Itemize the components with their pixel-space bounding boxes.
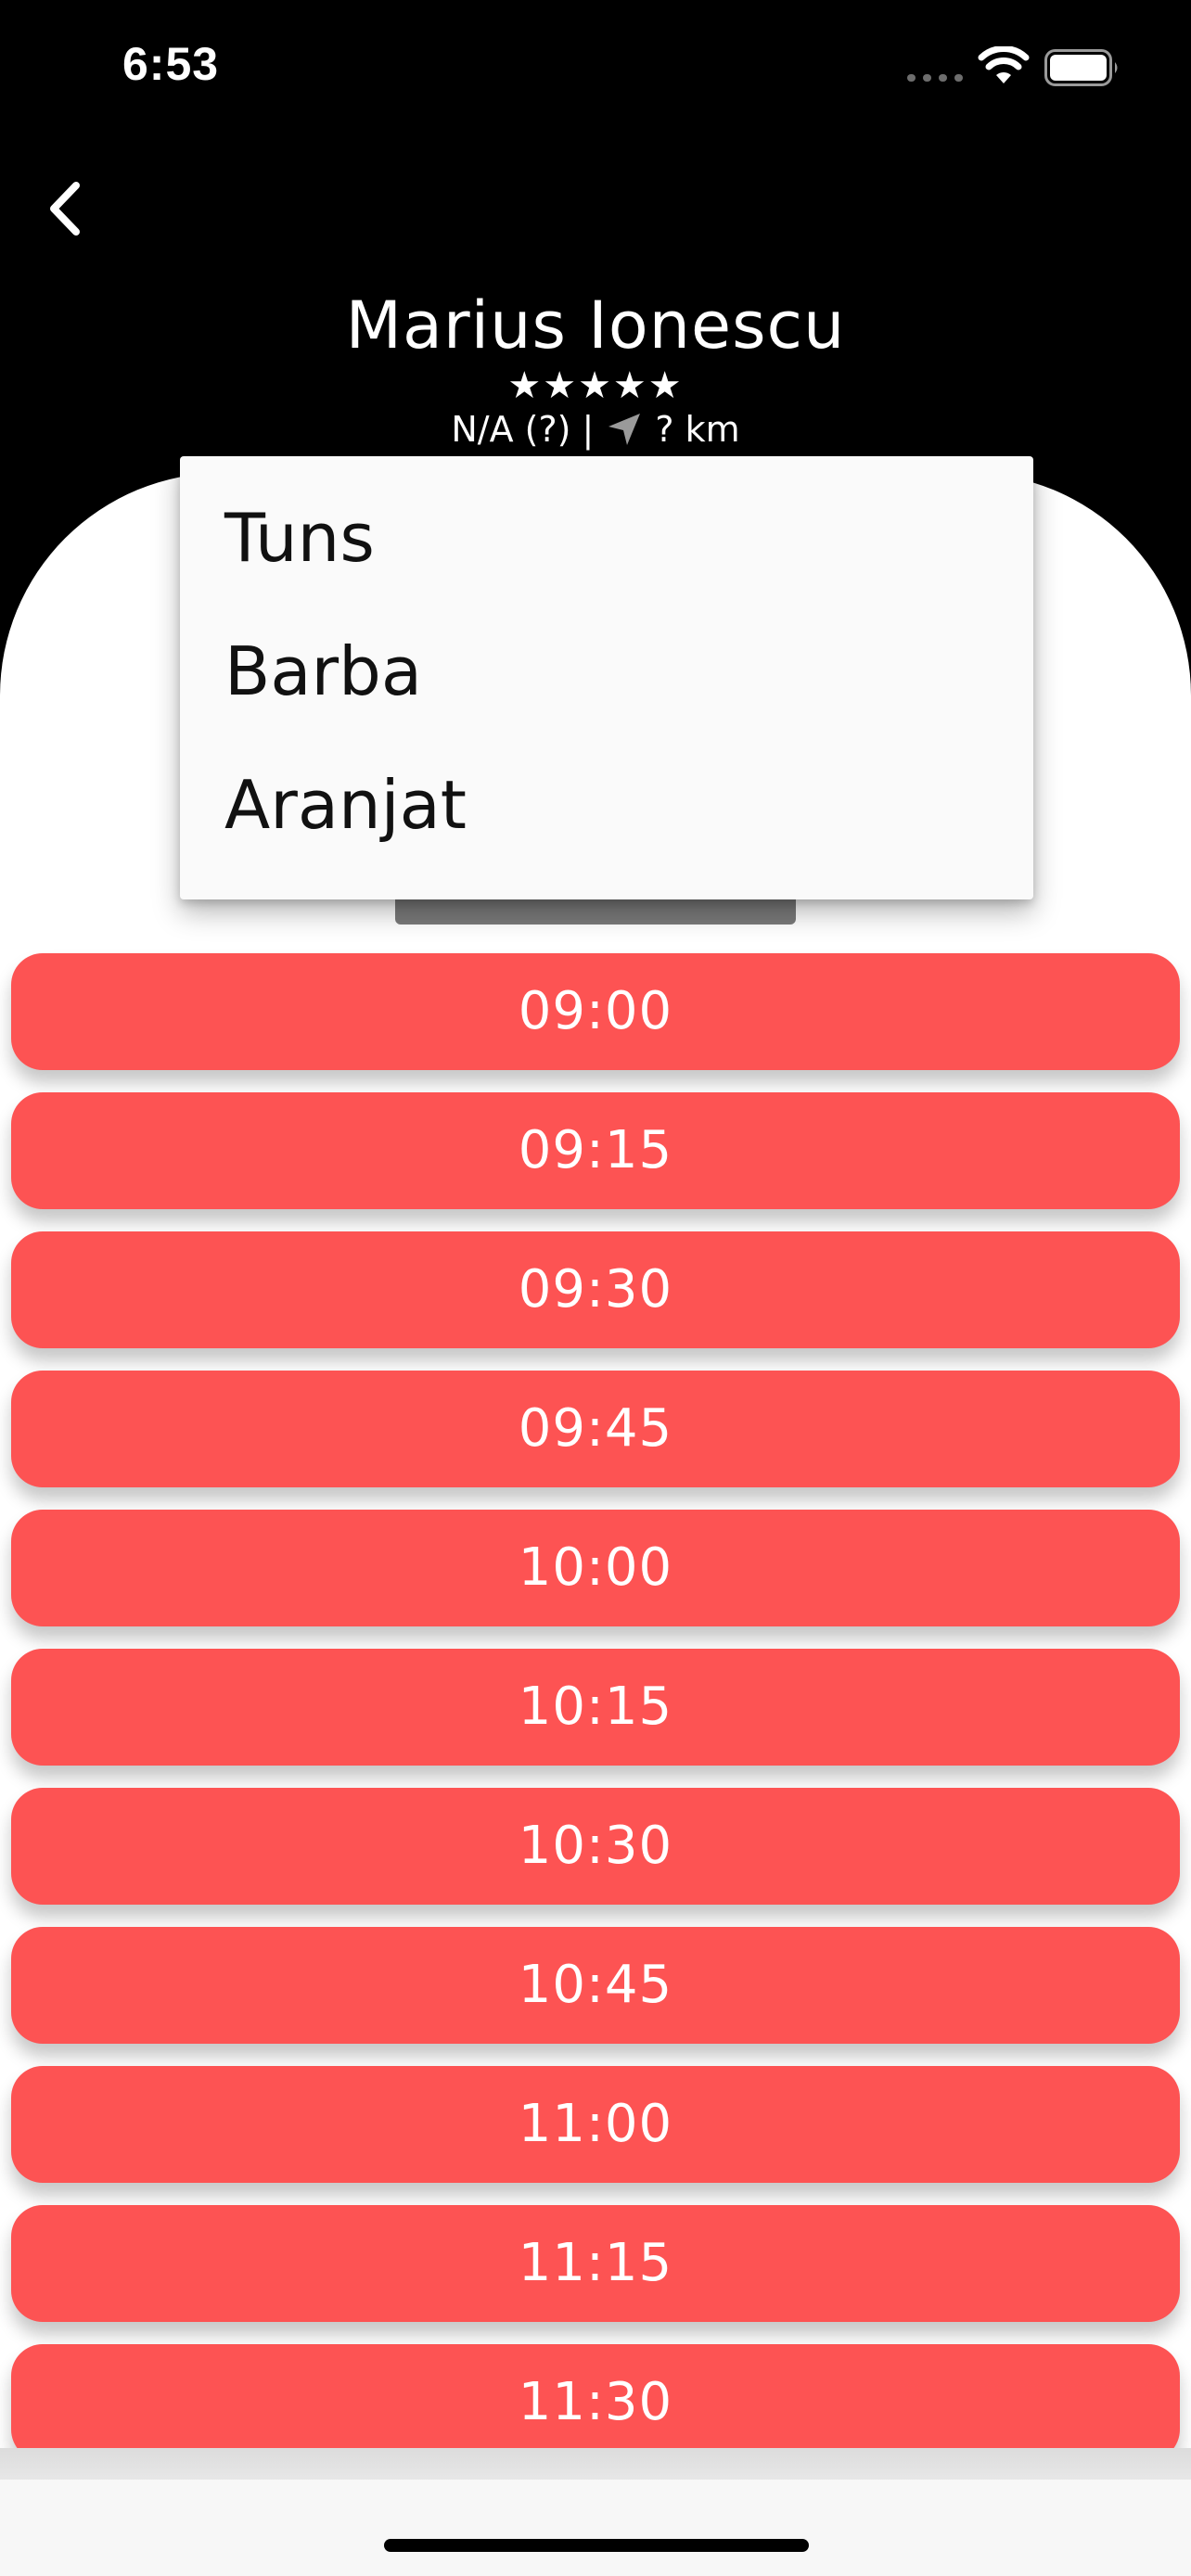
wifi-icon [978, 46, 1030, 83]
bottom-safe-area [0, 2480, 1191, 2576]
battery-icon [1044, 49, 1118, 86]
booking-screen: 6:53 Marius Ionescu ★★★★★ N/A (?) | ? km [0, 0, 1191, 2576]
list-bottom-shadow [0, 2448, 1191, 2483]
barber-name: Marius Ionescu [345, 287, 846, 363]
time-slot[interactable]: 11:30 [11, 2344, 1180, 2461]
time-slot[interactable]: 10:15 [11, 1649, 1180, 1766]
time-slot[interactable]: 10:30 [11, 1788, 1180, 1905]
time-slot[interactable]: 11:15 [11, 2205, 1180, 2322]
rating-text: N/A (?) | [451, 409, 595, 450]
time-slot[interactable]: 09:30 [11, 1231, 1180, 1348]
signal-dots-icon [907, 74, 965, 82]
rating-distance-line: N/A (?) | ? km [0, 404, 1191, 454]
status-time: 6:53 [122, 38, 220, 90]
dropdown-item-barba[interactable]: Barba [224, 605, 422, 738]
time-slot[interactable]: 09:45 [11, 1371, 1180, 1487]
navigation-arrow-icon [608, 414, 641, 445]
rating-stars: ★★★★★ [507, 364, 684, 407]
dropdown-item-aranjat[interactable]: Aranjat [224, 738, 467, 872]
distance-text: ? km [655, 409, 740, 450]
time-slot[interactable]: 09:15 [11, 1092, 1180, 1209]
dropdown-item-tuns[interactable]: Tuns [224, 471, 375, 605]
status-bar: 6:53 [0, 0, 1191, 139]
time-slot[interactable]: 11:00 [11, 2066, 1180, 2183]
home-indicator[interactable] [384, 2539, 809, 2552]
back-button[interactable] [28, 167, 102, 250]
time-slot[interactable]: 10:00 [11, 1510, 1180, 1626]
time-slot[interactable]: 09:00 [11, 953, 1180, 1070]
service-dropdown: Tuns Barba Aranjat [180, 456, 1033, 899]
time-slot[interactable]: 10:45 [11, 1927, 1180, 2044]
